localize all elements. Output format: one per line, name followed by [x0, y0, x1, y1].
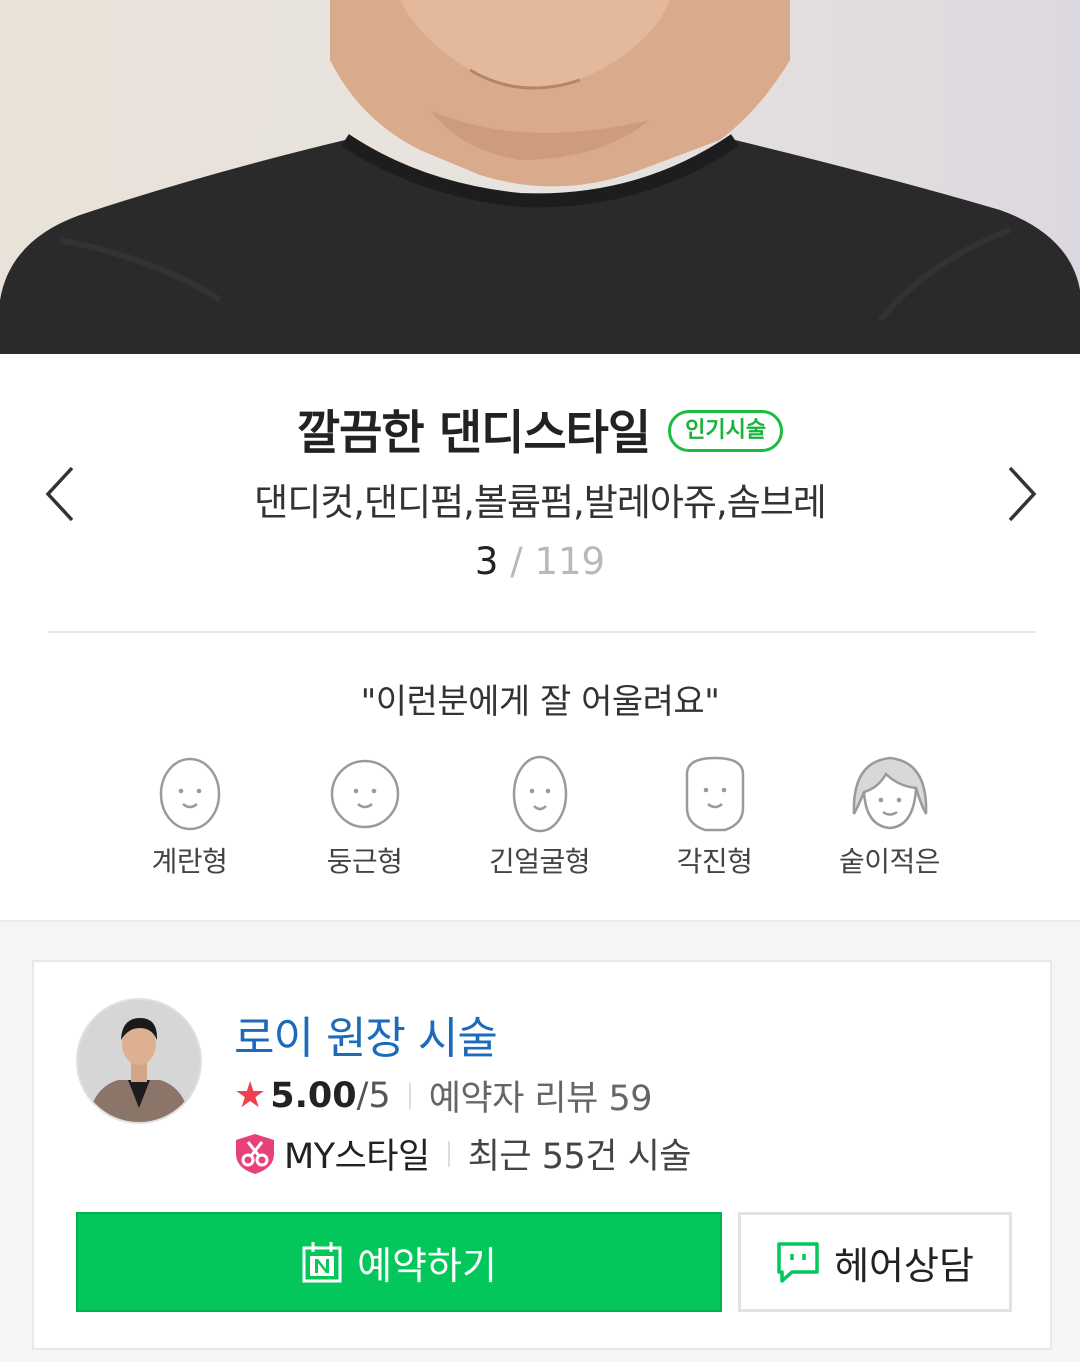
- round-face-icon: [330, 759, 399, 829]
- counter-total: 119: [534, 540, 606, 583]
- square-face-icon: [685, 756, 744, 832]
- style-subtitle: 댄디컷,댄디펌,볼륨펌,발레아쥬,솜브레: [254, 481, 827, 524]
- long-face-icon: [512, 755, 567, 833]
- rating-row: ★ 5.00 /5 예약자 리뷰 59: [234, 1070, 653, 1121]
- designer-name-link[interactable]: 로이 원장 시술: [234, 1002, 498, 1066]
- rating-score: 5.00: [270, 1075, 357, 1116]
- designer-card-area: 로이 원장 시술 ★ 5.00 /5 예약자 리뷰 59 MY스타일 최근 55…: [0, 920, 1080, 1362]
- rating-max: /5: [356, 1075, 391, 1116]
- naver-booking-icon: [302, 1242, 342, 1283]
- review-link[interactable]: 예약자 리뷰 59: [429, 1070, 653, 1121]
- counter-separator: /: [498, 540, 535, 583]
- face-type-round: 둥근형: [277, 754, 452, 880]
- my-style-row: MY스타일 최근 55건 시술: [234, 1128, 691, 1179]
- star-icon: ★: [234, 1075, 267, 1116]
- consult-button-label: 헤어상담: [834, 1243, 974, 1288]
- counter-current: 3: [474, 540, 499, 583]
- divider: [48, 631, 1036, 633]
- talk-icon: [777, 1242, 819, 1283]
- designer-card: 로이 원장 시술 ★ 5.00 /5 예약자 리뷰 59 MY스타일 최근 55…: [32, 960, 1052, 1350]
- title-row: 깔끔한 댄디스타일 인기시술: [0, 396, 1080, 461]
- face-label: 각진형: [676, 845, 753, 878]
- egg-face-icon: [159, 757, 220, 831]
- face-type-long: 긴얼굴형: [452, 754, 627, 880]
- face-type-list: 계란형 둥근형 긴얼굴형 각진형 숱이적은: [102, 754, 978, 880]
- book-button[interactable]: 예약하기: [76, 1212, 722, 1312]
- face-label: 숱이적은: [838, 845, 941, 878]
- face-label: 둥근형: [326, 845, 403, 878]
- separator: [447, 1140, 450, 1167]
- face-type-egg: 계란형: [102, 754, 277, 880]
- face-type-thin-hair: 숱이적은: [802, 754, 977, 880]
- popular-badge: 인기시술: [668, 410, 784, 452]
- face-label: 긴얼굴형: [488, 845, 591, 878]
- style-title: 깔끔한 댄디스타일: [296, 405, 651, 461]
- my-style-scissors-icon: [236, 1133, 274, 1174]
- thin-hair-face-icon: [852, 756, 927, 830]
- recent-count: 최근 55건 시술: [467, 1137, 692, 1177]
- book-button-label: 예약하기: [357, 1243, 497, 1288]
- my-style-label: MY스타일: [284, 1137, 430, 1177]
- face-label: 계란형: [151, 845, 228, 878]
- chevron-right-icon[interactable]: [1000, 464, 1040, 524]
- consult-button[interactable]: 헤어상담: [738, 1212, 1012, 1312]
- style-info-section: 깔끔한 댄디스타일 인기시술 댄디컷,댄디펌,볼륨펌,발레아쥬,솜브레 3 / …: [0, 354, 1080, 920]
- hero-photo: [0, 0, 1080, 354]
- separator: [408, 1082, 411, 1109]
- avatar[interactable]: [76, 998, 202, 1124]
- hero-illustration: [0, 0, 1080, 354]
- suits-title: "이런분에게 잘 어울려요": [360, 682, 720, 722]
- image-counter: 3 / 119: [0, 540, 1080, 583]
- face-type-square: 각진형: [627, 754, 802, 880]
